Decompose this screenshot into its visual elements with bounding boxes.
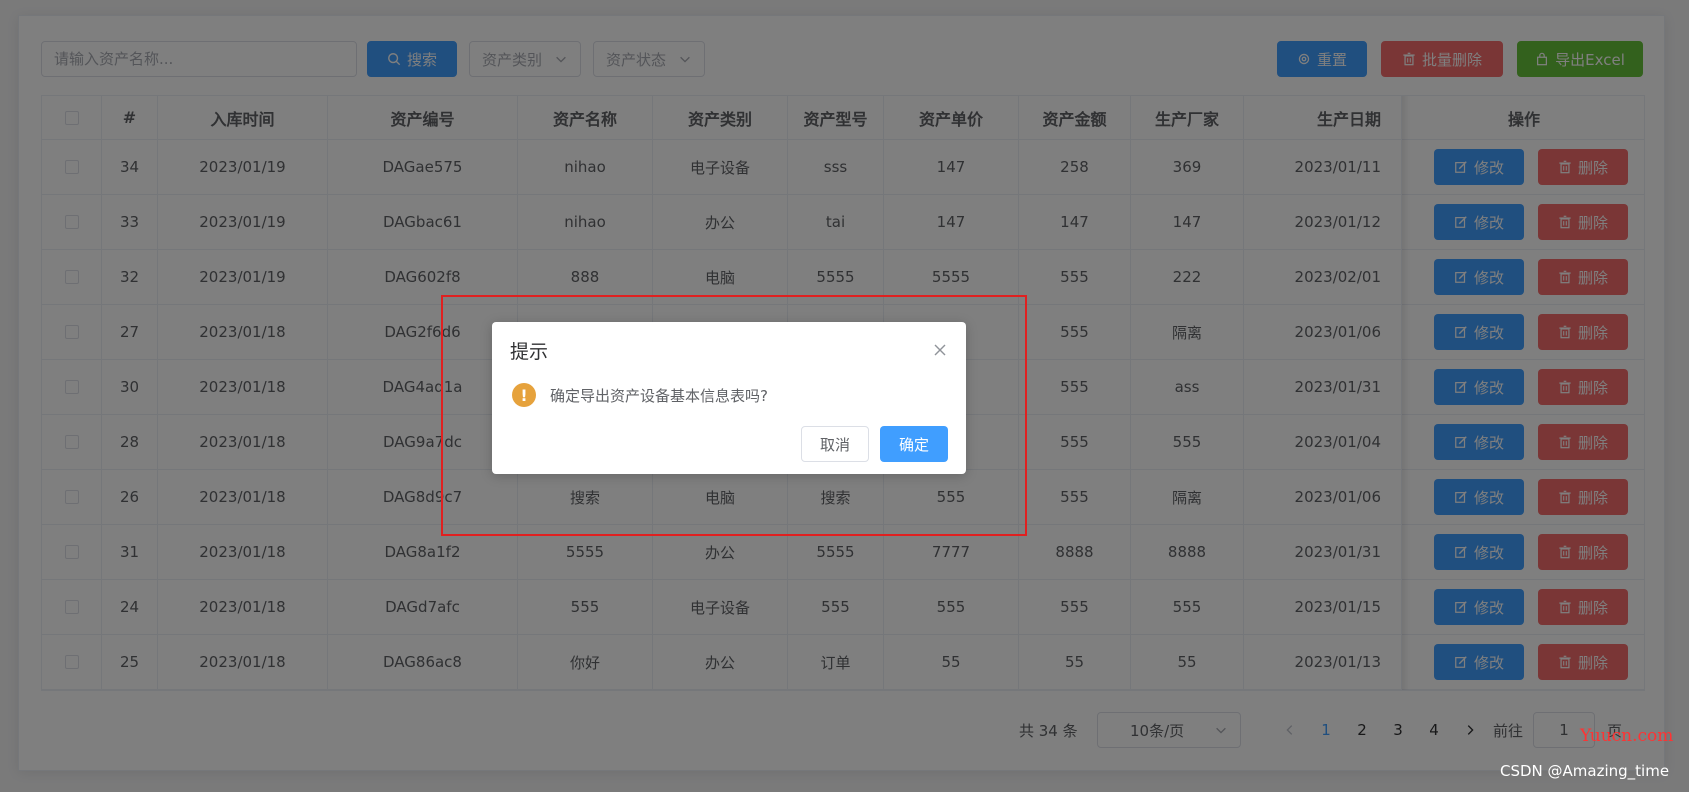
confirm-button-label: 确定 [898, 435, 929, 454]
confirm-button[interactable]: 确定 [880, 426, 948, 462]
csdn-watermark: CSDN @Amazing_time [1500, 762, 1670, 780]
dialog-title: 提示 [510, 341, 549, 363]
dialog-message: 确定导出资产设备基本信息表吗? [550, 387, 768, 405]
cancel-button-label: 取消 [819, 435, 850, 454]
warning-icon: ! [512, 383, 536, 407]
cancel-button[interactable]: 取消 [801, 426, 869, 462]
confirm-dialog: 提示 ! 确定导出资产设备基本信息表吗? 取消 确定 [492, 322, 966, 474]
yuucn-watermark: Yuucn.com [1580, 726, 1674, 746]
close-icon[interactable] [932, 342, 948, 358]
warning-glyph: ! [520, 385, 528, 405]
